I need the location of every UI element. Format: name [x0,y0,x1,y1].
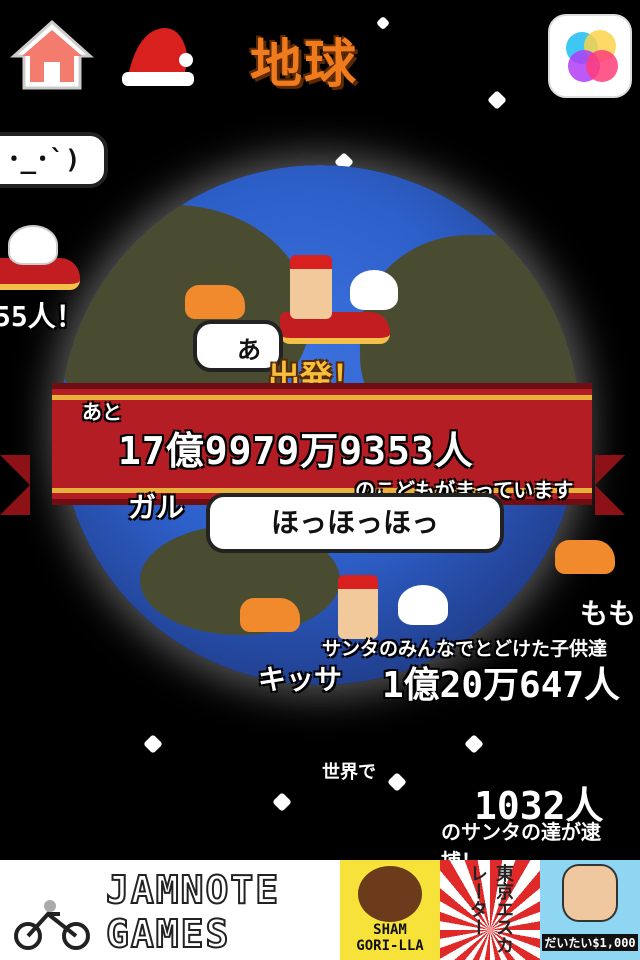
reindeer-icon [240,598,300,632]
ad-jamnote[interactable]: JAMNOTE GAMES [0,860,340,960]
face-icon [562,864,618,922]
page-title: 地球 [250,35,359,95]
ad-tokyo-text: 東京エスカレーター [467,864,514,954]
star [375,15,391,31]
santa-hat-icon [122,28,194,86]
delivered-count: 1億20万647人 [382,665,621,706]
left-count-text: 55人！ [0,300,84,333]
left-speech-bubble: ･_･`) [0,132,108,188]
star [487,90,507,110]
banner-stripe [52,395,592,400]
gift-sack-icon [8,225,58,265]
game-center-button[interactable] [548,14,632,98]
star [464,734,484,754]
gift-sack-icon [398,585,448,625]
gift-sack-icon [350,270,398,310]
ad-tokyo[interactable]: 東京エスカレーター [440,860,540,960]
ad-shamgorilla-line1: SHAM [373,922,407,938]
ad-shamgorilla-line2: GORI-LLA [356,938,424,954]
home-button[interactable] [10,18,94,92]
banner-prefix: あと [82,400,122,424]
santa-character-icon [290,255,332,319]
world-label: 世界で [322,762,376,783]
player-name: キッサ [258,663,343,696]
reindeer-icon [185,285,245,319]
ribbon-tail-right [595,455,625,515]
star [143,734,163,754]
remaining-children-count: 17億9979万9353人 [118,429,474,473]
ad-shamgorilla[interactable]: SHAM GORI-LLA [340,860,440,960]
ad-jamnote-line2: GAMES [105,911,231,957]
departure-bubble-text: あ [237,336,261,364]
ad-jamnote-line1: JAMNOTE [105,867,281,913]
ribbon-tail-left [0,455,30,515]
santa-speech-text: ほっほっほっ [270,506,439,539]
game-center-icon [566,30,618,82]
player-name-partial: もも [580,597,637,630]
star [272,792,292,812]
ad-daitai[interactable]: だいたい$1,000 [540,860,640,960]
star [387,772,407,792]
house-icon [10,19,94,90]
reindeer-icon [555,540,615,574]
santa-hat-button[interactable] [118,20,198,90]
left-speech-text: ･_･`) [7,145,81,175]
gorilla-face-icon [358,866,422,922]
bicycle-icon [12,900,92,950]
ad-daitai-label: だいたい$1,000 [542,934,638,951]
santa-character-icon [338,575,378,639]
player-name-partial: ガル [128,491,185,524]
santa-speech-bubble: ほっほっほっ [206,493,504,553]
